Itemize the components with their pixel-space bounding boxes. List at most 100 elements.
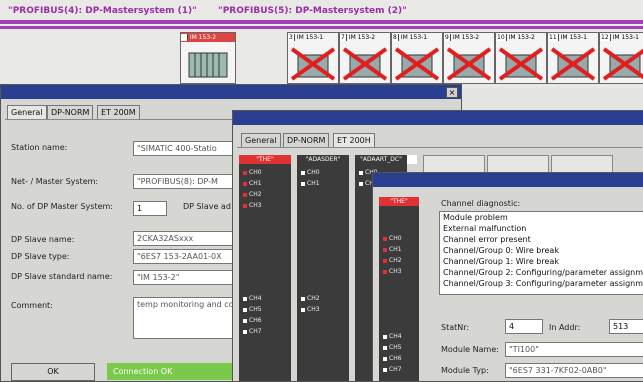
slave-module-number: 3	[288, 34, 295, 41]
failed-module-icon	[290, 45, 336, 81]
tab-divider	[237, 147, 642, 148]
io-slot-channel-label: CH4	[249, 295, 262, 302]
slave-module-label: IM 153-2	[348, 34, 376, 41]
status-led-icon	[383, 247, 387, 252]
io-slot[interactable]: "ADASDER" CH0 CH1 CH2 CH3	[297, 155, 349, 381]
status-led-icon	[301, 170, 305, 175]
diag-slot[interactable]: "THE" CH0 CH1 CH2 CH3 CH4 CH5 CH6 CH7	[379, 197, 419, 381]
list-item[interactable]: External malfunction	[440, 223, 643, 234]
slave-module-label: IM 153-1	[612, 34, 639, 41]
io-slot-channel: CH0	[243, 169, 262, 176]
list-item[interactable]: Module problem	[440, 212, 643, 223]
status-led-icon	[243, 170, 247, 175]
list-item[interactable]: Channel/Group 1: Wire break	[440, 256, 643, 267]
slave-module[interactable]: 7 IM 153-2	[339, 32, 391, 84]
io-slot-channel: CH7	[243, 328, 262, 335]
slave-module[interactable]: 11 IM 153-1	[547, 32, 599, 84]
io-slot-channel-label: CH1	[307, 180, 320, 187]
slave-module-label: IM 153-1	[400, 34, 428, 41]
diag-slot-channel: CH0	[383, 235, 402, 242]
failed-module-icon	[394, 45, 440, 81]
empty-slot[interactable]	[423, 155, 485, 173]
failed-module-icon	[498, 45, 544, 81]
status-led-icon	[243, 296, 247, 301]
list-item[interactable]: Channel/Group 0: Wire break	[440, 245, 643, 256]
tab-general[interactable]: General	[241, 133, 281, 148]
in-addr-field[interactable]: 513	[609, 319, 643, 334]
failed-module-icon	[446, 45, 492, 81]
list-item[interactable]: Channel error present	[440, 234, 643, 245]
dp-slave-type-field: "6ES7 153-2AA01-0X	[133, 249, 237, 264]
diag-slot-channel: CH5	[383, 344, 402, 351]
module-type-field[interactable]: "6ES7 331-7KF02-0AB0"	[505, 363, 643, 378]
status-led-icon	[243, 192, 247, 197]
tab-dp-norm[interactable]: DP-NORM	[47, 105, 94, 120]
tab-et200h[interactable]: ET 200H	[333, 133, 375, 148]
io-slot[interactable]: "THE" CH0 CH1 CH2 CH3 CH4 CH5 CH6 CH7	[239, 155, 291, 381]
connection-status: Connection OK	[107, 363, 237, 380]
diagnostic-titlebar[interactable]	[373, 173, 643, 187]
comment-field[interactable]: temp monitoring and cont	[133, 297, 237, 339]
io-slot-channel: CH2	[301, 295, 320, 302]
list-item[interactable]: Channel/Group 2: Configuring/parameter a…	[440, 267, 643, 278]
diagnostic-dialog: "THE" CH0 CH1 CH2 CH3 CH4 CH5 CH6 CH7 Channel …	[372, 172, 643, 382]
dp-slave-name-label: DP Slave name:	[11, 235, 75, 244]
ok-button[interactable]: OK	[11, 363, 95, 381]
status-led-icon	[383, 334, 387, 339]
diag-slot-channel-label: CH3	[389, 268, 402, 275]
io-slot-channel: CH2	[243, 191, 262, 198]
bus2-label: "PROFIBUS(5): DP-Mastersystem (2)"	[218, 6, 407, 16]
empty-slot[interactable]	[487, 155, 549, 173]
profibus-line-2[interactable]	[0, 26, 643, 29]
station-name-field[interactable]: "SIMATIC 400-Statio	[133, 141, 237, 156]
channel-diagnostic-list[interactable]: Module problem External malfunction Channe…	[439, 211, 643, 295]
slave-module[interactable]: 10 IM 153-2	[495, 32, 547, 84]
dp-master-no-field[interactable]: 1	[133, 201, 167, 216]
io-slot-channel-label: CH3	[307, 306, 320, 313]
dp-slave-name-field[interactable]: 2CKA32ASxxx	[133, 231, 237, 246]
comment-label: Comment:	[11, 301, 53, 310]
tab-et200m[interactable]: ET 200M	[97, 105, 140, 120]
slave-module[interactable]: 8 IM 153-1	[391, 32, 443, 84]
status-led-icon	[301, 307, 305, 312]
station-name-label: Station name:	[11, 143, 68, 152]
status-led-icon	[243, 318, 247, 323]
slave-module-label: IM 153-2	[508, 34, 535, 41]
master-module[interactable]: 2 IM 153-2	[180, 32, 236, 84]
module-name-field[interactable]: "TI100"	[505, 342, 643, 357]
diag-slot-channel: CH4	[383, 333, 402, 340]
close-icon[interactable]: ×	[446, 87, 458, 98]
list-item[interactable]: Channel/Group 3: Configuring/parameter a…	[440, 278, 643, 289]
in-addr-label: In Addr:	[549, 323, 581, 332]
status-led-icon	[359, 181, 363, 186]
diag-slot-channel-label: CH6	[389, 355, 402, 362]
failed-module-icon	[550, 45, 596, 81]
slave-module-label: IM 153-1	[560, 34, 587, 41]
tab-dp-norm[interactable]: DP-NORM	[283, 133, 330, 148]
status-led-icon	[383, 345, 387, 350]
empty-slot[interactable]	[551, 155, 613, 173]
status-led-icon	[243, 203, 247, 208]
diag-slot-name: "THE"	[379, 197, 419, 206]
status-led-icon	[383, 269, 387, 274]
io-slot-channel-label: CH3	[249, 202, 262, 209]
slave-module[interactable]: 12 IM 153-1	[599, 32, 643, 84]
diag-slot-channel-label: CH5	[389, 344, 402, 351]
diag-slot-channel: CH3	[383, 268, 402, 275]
slave-module[interactable]: 9 IM 153-2	[443, 32, 495, 84]
master-system-label: Net- / Master System:	[11, 177, 99, 186]
profibus-line-1[interactable]	[0, 20, 643, 24]
network-view: "PROFIBUS(4): DP-Mastersystem (1)" "PROF…	[0, 0, 643, 88]
io-slot-channel-label: CH7	[249, 328, 262, 335]
master-system-field[interactable]: "PROFIBUS(8): DP-M	[133, 174, 237, 189]
tab-general[interactable]: General	[7, 105, 47, 120]
io-slot-name: "ADASDER"	[305, 156, 341, 163]
io-slot-channel: CH3	[301, 306, 320, 313]
et200-titlebar[interactable]	[233, 111, 643, 125]
slave-module[interactable]: 3 IM 153-1	[287, 32, 339, 84]
statnr-field[interactable]: 4	[505, 319, 543, 334]
channel-diagnostic-label: Channel diagnostic:	[441, 199, 521, 208]
rack-icon	[183, 45, 233, 81]
io-slot-channel-label: CH0	[307, 169, 320, 176]
properties-titlebar[interactable]: ×	[1, 85, 461, 99]
